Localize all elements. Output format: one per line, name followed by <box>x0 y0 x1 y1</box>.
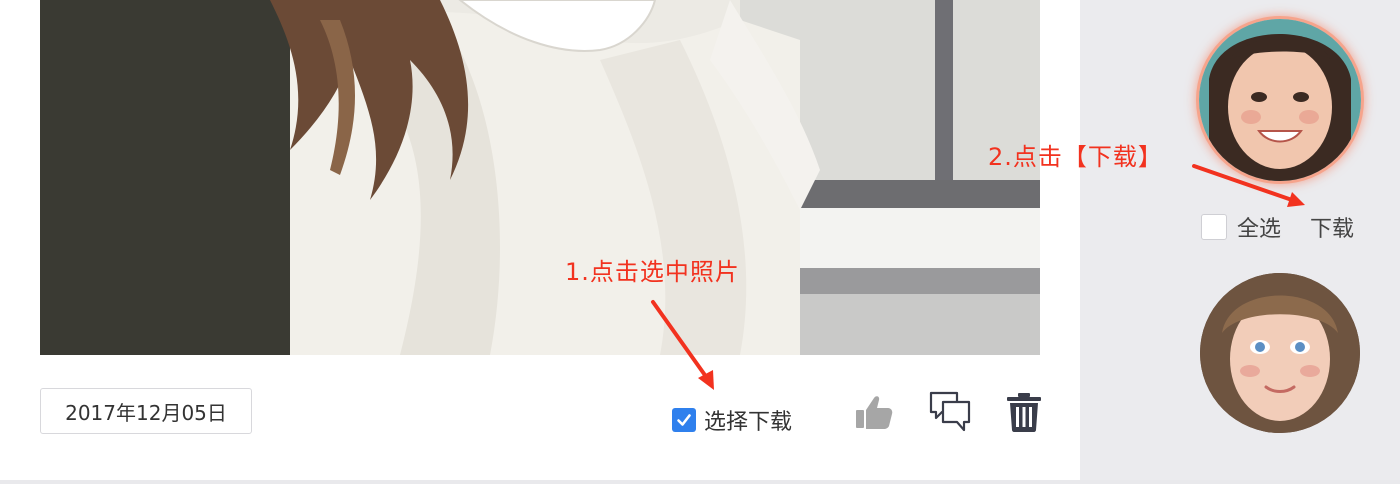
select-all-checkbox[interactable]: 全选 <box>1201 211 1281 243</box>
select-download-checkbox[interactable]: 选择下载 <box>672 406 793 435</box>
select-download-label: 选择下载 <box>704 410 793 435</box>
photo-image <box>40 0 1040 355</box>
trash-icon[interactable] <box>1002 390 1046 434</box>
avatar-selected[interactable] <box>1199 19 1361 181</box>
select-all-label: 全选 <box>1237 217 1282 242</box>
checkbox-empty-icon[interactable] <box>1201 214 1227 240</box>
annotation-step-2: 2.点击【下载】 <box>988 143 1163 171</box>
comment-icon[interactable] <box>928 390 972 434</box>
avatar[interactable] <box>1200 273 1360 433</box>
checkbox-checked-icon[interactable] <box>672 408 696 432</box>
bottom-divider <box>0 480 1400 484</box>
annotation-step-1: 1.点击选中照片 <box>565 258 740 286</box>
download-button[interactable]: 下载 <box>1310 211 1354 243</box>
photo-card: 2017年12月05日 选择下载 <box>0 0 1080 480</box>
date-text: 2017年12月05日 <box>65 400 227 425</box>
thumbs-up-icon[interactable] <box>852 390 896 434</box>
date-badge: 2017年12月05日 <box>40 388 252 434</box>
